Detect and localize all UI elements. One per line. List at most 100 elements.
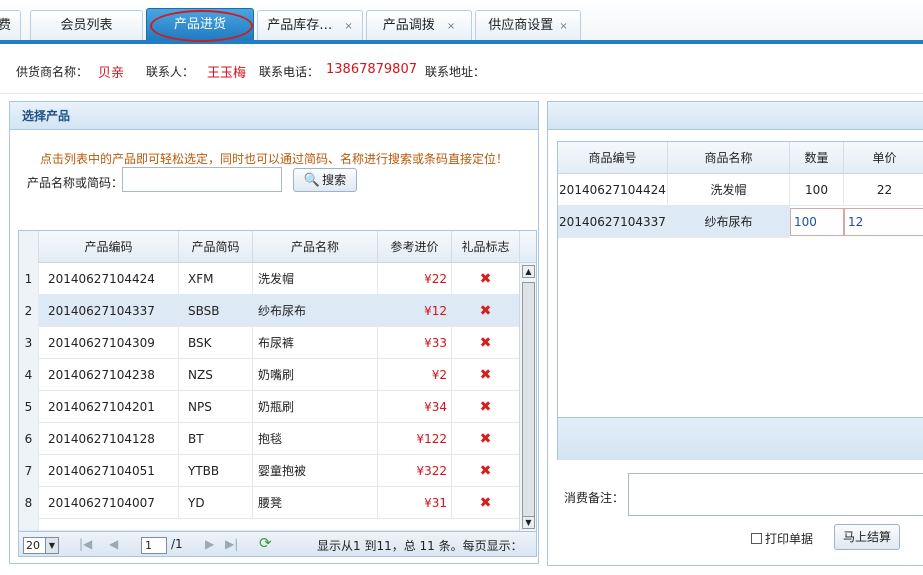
col-item-code[interactable]: 商品编号 bbox=[558, 142, 668, 174]
cell-code: 20140627104007 bbox=[39, 487, 179, 519]
tab-label: 供应商设置 bbox=[488, 18, 554, 33]
row-number: 2 bbox=[19, 295, 39, 327]
scroll-thumb[interactable] bbox=[522, 282, 535, 524]
cell-item-code: 20140627104424 bbox=[558, 174, 668, 206]
cell-code: 20140627104238 bbox=[39, 359, 179, 391]
search-label: 产品名称或简码： bbox=[27, 176, 124, 190]
table-row[interactable]: 5 20140627104201 NPS 奶瓶刷 ¥34 ✖ bbox=[19, 391, 520, 423]
cell-price: ¥12 bbox=[378, 295, 452, 327]
next-page-icon[interactable]: ▶ bbox=[205, 537, 214, 551]
cross-icon: ✖ bbox=[452, 295, 520, 327]
col-ref-price[interactable]: 参考进价 bbox=[378, 231, 452, 263]
contact-label: 联系人： bbox=[146, 65, 195, 79]
order-panel: 商品编号 商品名称 数量 单价 20140627104424 洗发帽 100 2… bbox=[547, 101, 923, 566]
tab-prev-partial[interactable]: 费 bbox=[0, 10, 21, 42]
col-product-short[interactable]: 产品简码 bbox=[179, 231, 253, 263]
table-row[interactable]: 4 20140627104238 NZS 奶嘴刷 ¥2 ✖ bbox=[19, 359, 520, 391]
row-number: 3 bbox=[19, 327, 39, 359]
address-label: 联系地址： bbox=[425, 65, 486, 79]
col-product-name[interactable]: 产品名称 bbox=[253, 231, 378, 263]
close-icon[interactable]: × bbox=[447, 21, 455, 32]
product-grid: 产品编码 产品简码 产品名称 参考进价 礼品标志 1 2014062710442… bbox=[18, 230, 537, 557]
cell-code: 20140627104337 bbox=[39, 295, 179, 327]
col-unit-price[interactable]: 单价 bbox=[844, 142, 923, 174]
panel-title: 选择产品 bbox=[10, 102, 538, 130]
cell-price: ¥31 bbox=[378, 487, 452, 519]
cell-short: SBSB bbox=[179, 295, 253, 327]
grid-header: 产品编码 产品简码 产品名称 参考进价 礼品标志 bbox=[19, 231, 536, 263]
scroll-down-icon[interactable]: ▼ bbox=[522, 516, 535, 529]
note-label: 消费备注： bbox=[564, 491, 625, 505]
cell-code: 20140627104309 bbox=[39, 327, 179, 359]
cell-short: XFM bbox=[179, 263, 253, 295]
search-input[interactable] bbox=[122, 167, 282, 192]
cell-name: 抱毯 bbox=[253, 423, 378, 455]
refresh-icon[interactable]: ⟳ bbox=[259, 534, 272, 552]
cell-quantity[interactable]: 100 bbox=[790, 174, 844, 206]
close-icon[interactable]: × bbox=[344, 21, 352, 32]
tab-product-stock[interactable]: 产品库存… × bbox=[257, 10, 363, 42]
order-summary-band bbox=[557, 418, 923, 460]
cell-item-name: 洗发帽 bbox=[668, 174, 790, 206]
cell-name: 腰凳 bbox=[253, 487, 378, 519]
col-gift-flag[interactable]: 礼品标志 bbox=[452, 231, 520, 263]
pager-status: 显示从1 到11，总 11 条。每页显示：20 bbox=[317, 539, 523, 556]
table-row-partial[interactable] bbox=[19, 519, 520, 531]
checkbox-icon[interactable] bbox=[751, 533, 762, 544]
row-number: 5 bbox=[19, 391, 39, 423]
cell-short: BT bbox=[179, 423, 253, 455]
print-receipt-checkbox[interactable]: 打印单据 bbox=[751, 530, 813, 547]
quantity-input[interactable]: 100 bbox=[790, 208, 844, 236]
table-row[interactable]: 3 20140627104309 BSK 布尿裤 ¥33 ✖ bbox=[19, 327, 520, 359]
order-panel-header bbox=[548, 102, 923, 130]
tab-supplier-settings[interactable]: 供应商设置 × bbox=[475, 10, 581, 42]
hint-text: 点击列表中的产品即可轻松选定，同时也可以通过简码、名称进行搜索或条码直接定位！ bbox=[40, 152, 509, 166]
cell-unit-price[interactable]: 22 bbox=[844, 174, 923, 206]
cell-price: ¥322 bbox=[378, 455, 452, 487]
table-row[interactable]: 7 20140627104051 YTBB 婴童抱被 ¥322 ✖ bbox=[19, 455, 520, 487]
col-item-name[interactable]: 商品名称 bbox=[668, 142, 790, 174]
prev-page-icon[interactable]: ◀ bbox=[109, 537, 118, 551]
cell-code: 20140627104201 bbox=[39, 391, 179, 423]
cell-name: 奶嘴刷 bbox=[253, 359, 378, 391]
scroll-up-icon[interactable]: ▲ bbox=[522, 265, 535, 278]
search-button[interactable]: 🔍 搜索 bbox=[293, 168, 357, 192]
grid-scrollbar[interactable]: ▲ ▼ bbox=[519, 263, 536, 531]
cell-item-code: 20140627104337 bbox=[558, 206, 668, 238]
unit-price-input[interactable]: 12 bbox=[844, 208, 923, 236]
cell-short: YD bbox=[179, 487, 253, 519]
cell-short: NZS bbox=[179, 359, 253, 391]
cell-code: 20140627104128 bbox=[39, 423, 179, 455]
close-icon[interactable]: × bbox=[559, 21, 567, 32]
settle-button[interactable]: 马上结算 bbox=[834, 524, 900, 550]
col-product-code[interactable]: 产品编码 bbox=[39, 231, 179, 263]
cell-code: 20140627104424 bbox=[39, 263, 179, 295]
table-row[interactable]: 2 20140627104337 SBSB 纱布尿布 ¥12 ✖ bbox=[19, 295, 520, 327]
row-number: 1 bbox=[19, 263, 39, 295]
cell-short: NPS bbox=[179, 391, 253, 423]
tab-label: 产品库存… bbox=[267, 18, 333, 33]
cross-icon: ✖ bbox=[452, 327, 520, 359]
tab-product-transfer[interactable]: 产品调拨 × bbox=[366, 10, 472, 42]
col-quantity[interactable]: 数量 bbox=[790, 142, 844, 174]
cross-icon: ✖ bbox=[452, 423, 520, 455]
order-table: 商品编号 商品名称 数量 单价 20140627104424 洗发帽 100 2… bbox=[557, 141, 923, 418]
phone-number: 13867879807 bbox=[326, 62, 417, 77]
chevron-down-icon: ▼ bbox=[45, 538, 58, 553]
table-row[interactable]: 6 20140627104128 BT 抱毯 ¥122 ✖ bbox=[19, 423, 520, 455]
tab-label: 会员列表 bbox=[60, 18, 113, 33]
cell-name: 奶瓶刷 bbox=[253, 391, 378, 423]
cell-item-name: 纱布尿布 bbox=[668, 206, 790, 238]
cell-price: ¥33 bbox=[378, 327, 452, 359]
search-button-label: 搜索 bbox=[322, 173, 347, 187]
page-input[interactable]: 1 bbox=[141, 537, 167, 554]
last-page-icon[interactable]: ▶| bbox=[225, 537, 238, 551]
cross-icon: ✖ bbox=[452, 263, 520, 295]
table-row[interactable]: 1 20140627104424 XFM 洗发帽 ¥22 ✖ bbox=[19, 263, 520, 295]
page-size-select[interactable]: 20 ▼ bbox=[23, 537, 59, 554]
tab-member-list[interactable]: 会员列表 bbox=[30, 10, 143, 42]
first-page-icon[interactable]: |◀ bbox=[79, 537, 92, 551]
table-row[interactable]: 8 20140627104007 YD 腰凳 ¥31 ✖ bbox=[19, 487, 520, 519]
note-input[interactable] bbox=[628, 473, 923, 516]
tab-label: 费 bbox=[0, 18, 11, 33]
